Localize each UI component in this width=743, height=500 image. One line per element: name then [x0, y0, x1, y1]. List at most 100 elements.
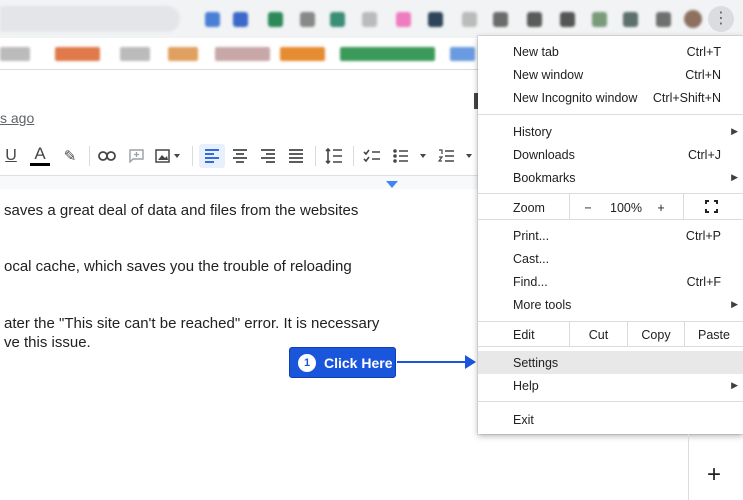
- more-menu-icon[interactable]: ⋮: [708, 6, 734, 32]
- menu-item-downloads[interactable]: Downloads Ctrl+J: [478, 143, 743, 166]
- last-edit-link[interactable]: s ago: [0, 110, 34, 126]
- bookmark-item[interactable]: [280, 47, 325, 61]
- menu-item-label: History: [513, 124, 552, 139]
- fullscreen-icon[interactable]: [705, 200, 718, 213]
- menu-item-label: Cast...: [513, 251, 550, 266]
- insert-image-icon[interactable]: [153, 144, 183, 168]
- callout-arrow-head: [465, 355, 476, 369]
- bookmark-item[interactable]: [340, 47, 435, 61]
- side-panel-border: [688, 434, 689, 500]
- extension-icon[interactable]: [268, 12, 283, 27]
- zoom-in-button[interactable]: +: [651, 195, 671, 220]
- paragraph-line: ve this issue.: [4, 334, 91, 351]
- menu-shortcut: Ctrl+T: [686, 44, 721, 59]
- extension-icon[interactable]: [527, 12, 542, 27]
- menu-item-find[interactable]: Find... Ctrl+F: [478, 270, 743, 293]
- paragraph-line: ocal cache, which saves you the trouble …: [4, 258, 352, 275]
- underline-button[interactable]: U: [2, 144, 20, 168]
- menu-separator: [478, 114, 743, 115]
- menu-item-new-window[interactable]: New window Ctrl+N: [478, 63, 743, 86]
- extension-icon[interactable]: [428, 12, 443, 27]
- extension-icon[interactable]: [362, 12, 377, 27]
- toolbar-divider: [353, 146, 354, 166]
- step-number-badge: 1: [298, 353, 316, 372]
- checklist-icon[interactable]: [360, 144, 384, 168]
- insert-link-icon[interactable]: [96, 144, 118, 168]
- submenu-arrow-icon: ▶: [731, 172, 738, 182]
- menu-item-label: Downloads: [513, 147, 575, 162]
- bookmark-item[interactable]: [168, 47, 198, 61]
- menu-item-label: New window: [513, 67, 584, 82]
- menu-item-settings[interactable]: Settings: [478, 351, 743, 374]
- menu-shortcut: Ctrl+N: [685, 67, 721, 82]
- extension-icon[interactable]: [462, 12, 477, 27]
- menu-divider: [683, 194, 684, 219]
- ruler[interactable]: [0, 175, 478, 189]
- align-right-icon[interactable]: [256, 144, 280, 168]
- copy-button[interactable]: Copy: [628, 322, 684, 347]
- menu-item-print[interactable]: Print... Ctrl+P: [478, 224, 743, 247]
- extension-icon[interactable]: [493, 12, 508, 27]
- justify-icon[interactable]: [284, 144, 308, 168]
- extension-icon[interactable]: [656, 12, 671, 27]
- highlight-icon[interactable]: ✎: [60, 144, 80, 168]
- extension-icon[interactable]: [330, 12, 345, 27]
- click-here-callout: 1 Click Here: [289, 347, 396, 378]
- toolbar-divider: [192, 146, 193, 166]
- menu-item-label: Settings: [513, 355, 559, 370]
- edit-label: Edit: [513, 327, 535, 342]
- cut-button[interactable]: Cut: [570, 322, 627, 347]
- bookmark-item[interactable]: [120, 47, 150, 61]
- menu-item-help[interactable]: Help ▶: [478, 374, 743, 397]
- line-spacing-icon[interactable]: [322, 144, 346, 168]
- menu-item-label: New Incognito window: [513, 90, 638, 105]
- menu-shortcut: Ctrl+P: [685, 228, 721, 243]
- menu-shortcut: Ctrl+Shift+N: [652, 90, 721, 105]
- callout-label: Click Here: [324, 354, 393, 371]
- numbered-list-icon[interactable]: [436, 144, 476, 168]
- extension-icon[interactable]: [396, 12, 411, 27]
- menu-separator: [478, 346, 743, 347]
- paragraph-line: ater the "This site can't be reached" er…: [4, 315, 380, 332]
- paragraph-line: saves a great deal of data and files fro…: [4, 202, 359, 219]
- address-bar[interactable]: [0, 6, 180, 32]
- menu-item-label: New tab: [513, 44, 559, 59]
- align-left-icon[interactable]: [199, 144, 225, 168]
- menu-shortcut: Ctrl+F: [686, 274, 721, 289]
- extension-icon[interactable]: [233, 12, 248, 27]
- text-color-button[interactable]: A: [30, 144, 50, 166]
- bookmark-item[interactable]: [215, 47, 270, 61]
- menu-separator: [478, 401, 743, 402]
- toolbar-divider: [315, 146, 316, 166]
- extension-icon[interactable]: [205, 12, 220, 27]
- paste-button[interactable]: Paste: [685, 322, 743, 347]
- ruler-indent-marker[interactable]: [386, 181, 398, 188]
- menu-item-new-tab[interactable]: New tab Ctrl+T: [478, 40, 743, 63]
- add-icon[interactable]: +: [707, 463, 721, 487]
- callout-arrow: [397, 361, 467, 363]
- align-center-icon[interactable]: [228, 144, 252, 168]
- menu-item-label: Help: [513, 378, 539, 393]
- extension-icon[interactable]: [560, 12, 575, 27]
- extension-icon[interactable]: [592, 12, 607, 27]
- menu-item-exit[interactable]: Exit: [478, 408, 743, 431]
- bookmark-item[interactable]: [450, 47, 475, 61]
- extension-icon[interactable]: [300, 12, 315, 27]
- zoom-label: Zoom: [513, 200, 545, 215]
- menu-item-label: Bookmarks: [513, 170, 576, 185]
- zoom-out-button[interactable]: −: [578, 195, 598, 220]
- bulleted-list-icon[interactable]: [390, 144, 430, 168]
- menu-shortcut: Ctrl+J: [688, 147, 721, 162]
- menu-item-bookmarks[interactable]: Bookmarks ▶: [478, 166, 743, 189]
- menu-item-label: Print...: [513, 228, 550, 243]
- menu-item-cast[interactable]: Cast...: [478, 247, 743, 270]
- bookmark-item[interactable]: [0, 47, 30, 61]
- bookmark-item[interactable]: [55, 47, 100, 61]
- menu-item-more-tools[interactable]: More tools ▶: [478, 293, 743, 316]
- extension-icon[interactable]: [623, 12, 638, 27]
- add-comment-icon[interactable]: [126, 144, 146, 168]
- menu-item-new-incognito[interactable]: New Incognito window Ctrl+Shift+N: [478, 86, 743, 109]
- menu-divider: [569, 194, 570, 219]
- menu-item-history[interactable]: History ▶: [478, 120, 743, 143]
- profile-avatar[interactable]: [684, 10, 702, 28]
